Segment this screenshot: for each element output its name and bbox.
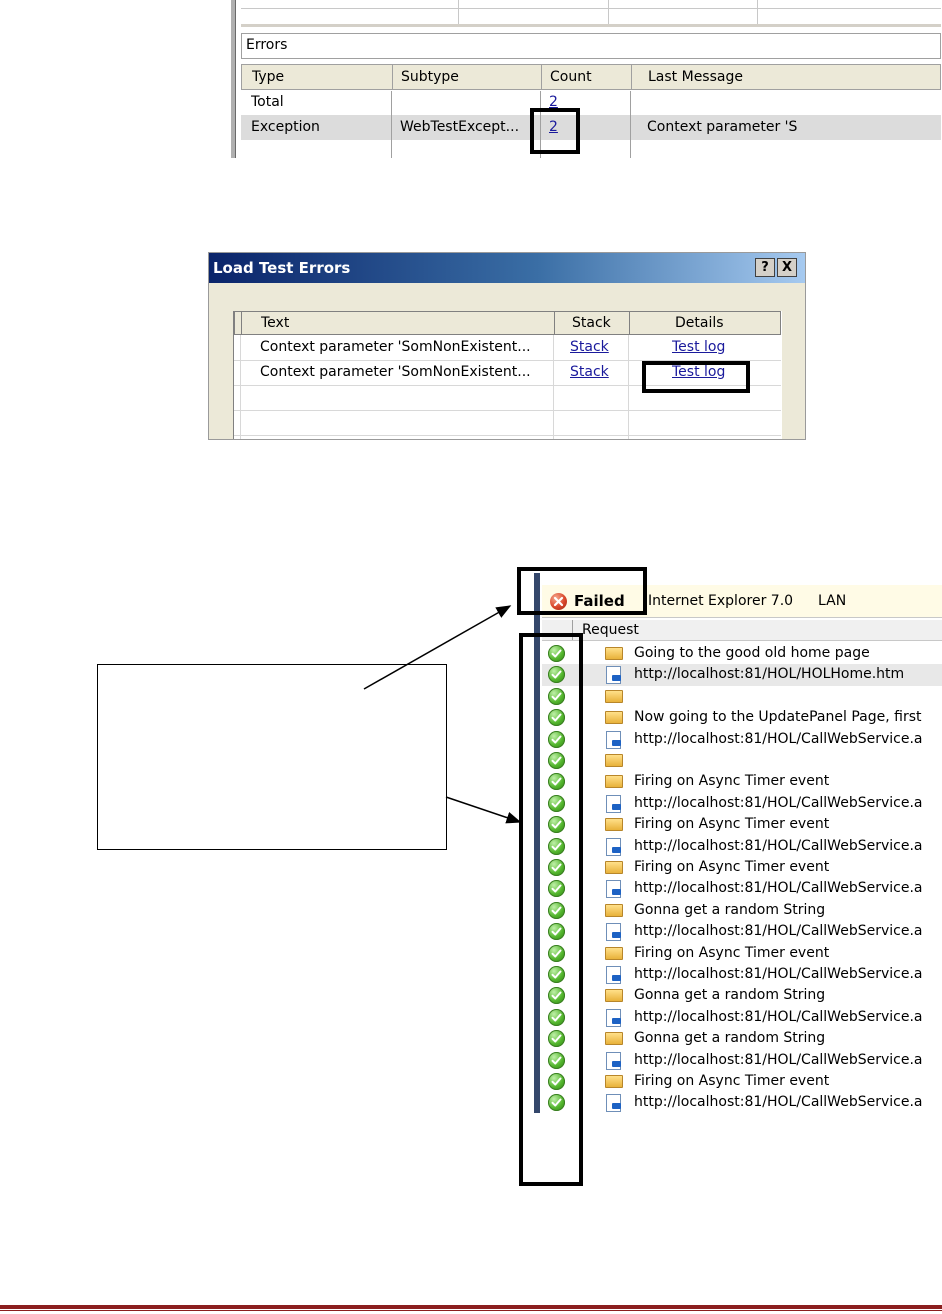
callout-arrows <box>363 605 522 824</box>
footer-rule-thin <box>0 1310 942 1311</box>
footer-rule <box>0 1305 942 1309</box>
arrow-to-failed <box>363 605 512 690</box>
arrow-to-icons <box>445 796 522 824</box>
